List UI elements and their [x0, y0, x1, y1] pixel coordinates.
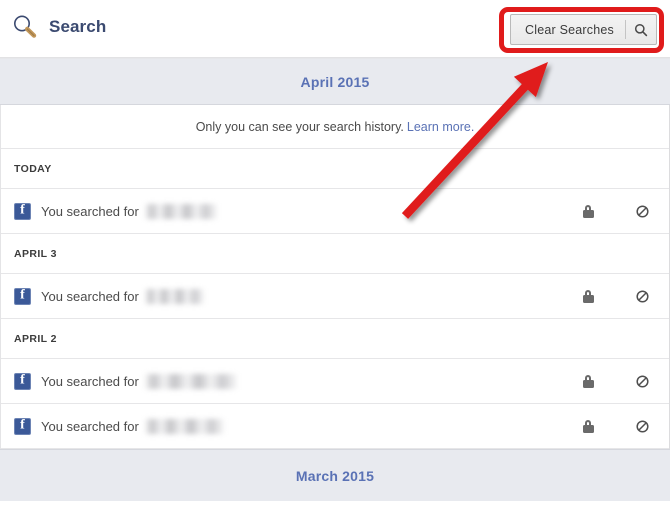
search-history-row[interactable]: You searched for — [1, 274, 669, 319]
redacted-search-term — [144, 418, 224, 434]
redacted-search-term — [144, 373, 237, 389]
block-icon[interactable] — [615, 419, 669, 433]
search-history-panel: Only you can see your search history. Le… — [0, 105, 670, 449]
page-title-group: Search — [11, 13, 106, 41]
row-actions — [561, 359, 669, 403]
lock-icon[interactable] — [561, 289, 615, 303]
facebook-icon — [14, 372, 31, 390]
privacy-notice-row: Only you can see your search history. Le… — [1, 105, 669, 149]
search-entry-text: You searched for — [41, 418, 139, 434]
block-icon[interactable] — [615, 204, 669, 218]
search-entry-text: You searched for — [41, 373, 139, 389]
row-actions — [561, 404, 669, 448]
redacted-search-term — [144, 203, 217, 219]
month-header-april: April 2015 — [0, 58, 670, 105]
lock-icon[interactable] — [561, 204, 615, 218]
day-label-row: APRIL 2 — [1, 319, 669, 359]
row-actions — [561, 274, 669, 318]
search-entry-text: You searched for — [41, 203, 139, 219]
sections-container: TODAY You searched for APRIL 3 You searched… — [1, 149, 669, 449]
day-label-row: APRIL 3 — [1, 234, 669, 274]
magnifier-icon — [11, 13, 39, 41]
facebook-icon — [14, 287, 31, 305]
search-entry-text: You searched for — [41, 288, 139, 304]
footer-month-label: March 2015 — [295, 467, 375, 484]
top-bar: Search Clear Searches — [0, 0, 670, 58]
lock-icon[interactable] — [561, 419, 615, 433]
lock-icon[interactable] — [561, 374, 615, 388]
clear-searches-label: Clear Searches — [525, 22, 614, 37]
facebook-icon — [14, 417, 31, 435]
day-label: APRIL 2 — [14, 332, 57, 345]
day-label: APRIL 3 — [14, 247, 57, 260]
clear-searches-button[interactable]: Clear Searches — [510, 14, 657, 45]
facebook-icon — [14, 202, 31, 220]
redacted-search-term — [144, 288, 204, 304]
search-history-row[interactable]: You searched for — [1, 359, 669, 404]
block-icon[interactable] — [615, 289, 669, 303]
row-actions — [561, 189, 669, 233]
learn-more-link[interactable]: Learn more. — [407, 120, 474, 134]
day-label-row: TODAY — [1, 149, 669, 189]
block-icon[interactable] — [615, 374, 669, 388]
month-header-label: April 2015 — [300, 73, 370, 90]
month-header-march: March 2015 — [0, 449, 670, 501]
day-label: TODAY — [14, 162, 52, 175]
search-history-row[interactable]: You searched for — [1, 404, 669, 449]
privacy-notice-text: Only you can see your search history. — [195, 119, 404, 134]
page-title: Search — [49, 17, 107, 36]
search-history-row[interactable]: You searched for — [1, 189, 669, 234]
search-icon[interactable] — [626, 23, 656, 37]
